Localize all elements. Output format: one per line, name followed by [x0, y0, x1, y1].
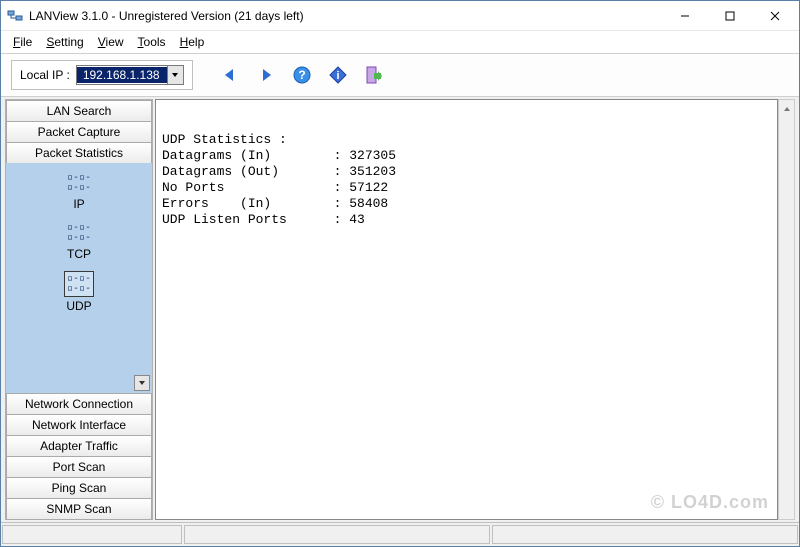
- info-icon[interactable]: i: [327, 64, 349, 86]
- maximize-button[interactable]: [707, 2, 752, 30]
- status-cell-1: [2, 525, 182, 544]
- svg-text:i: i: [336, 70, 339, 82]
- network-icon: ▫-▫-▫-▫-: [65, 221, 93, 245]
- sidebar-button-snmp-scan[interactable]: SNMP Scan: [6, 498, 152, 520]
- network-icon: ▫-▫-▫-▫-: [64, 271, 94, 297]
- status-cell-3: [492, 525, 798, 544]
- protocol-label: IP: [6, 197, 152, 211]
- sidebar-button-adapter-traffic[interactable]: Adapter Traffic: [6, 435, 152, 457]
- local-ip-label: Local IP :: [20, 68, 70, 82]
- scroll-down-button[interactable]: [134, 375, 150, 391]
- sidebar-button-network-connection[interactable]: Network Connection: [6, 393, 152, 415]
- content: UDP Statistics : Datagrams (In) : 327305…: [155, 99, 795, 520]
- toolbar-icons: ? i: [219, 64, 385, 86]
- menu-setting[interactable]: Setting: [40, 33, 89, 51]
- menu-view[interactable]: View: [92, 33, 130, 51]
- vertical-scrollbar[interactable]: [778, 99, 795, 520]
- local-ip-combo[interactable]: 192.168.1.138: [76, 65, 184, 85]
- app-icon: [7, 8, 23, 24]
- window-controls: [662, 2, 797, 30]
- sidebar: LAN SearchPacket CapturePacket Statistic…: [5, 99, 153, 520]
- minimize-button[interactable]: [662, 2, 707, 30]
- back-button[interactable]: [219, 64, 241, 86]
- forward-button[interactable]: [255, 64, 277, 86]
- sidebar-button-packet-capture[interactable]: Packet Capture: [6, 121, 152, 143]
- protocol-label: UDP: [6, 299, 152, 313]
- local-ip-value: 192.168.1.138: [77, 67, 167, 83]
- network-icon: ▫-▫-▫-▫-: [65, 171, 93, 195]
- protocol-item-ip[interactable]: ▫-▫-▫-▫- IP: [6, 171, 152, 211]
- sidebar-button-port-scan[interactable]: Port Scan: [6, 456, 152, 478]
- window-title: LANView 3.1.0 - Unregistered Version (21…: [29, 9, 662, 23]
- protocol-item-udp[interactable]: ▫-▫-▫-▫- UDP: [6, 271, 152, 313]
- body: LAN SearchPacket CapturePacket Statistic…: [1, 97, 799, 522]
- menu-file[interactable]: File: [7, 33, 38, 51]
- sidebar-button-ping-scan[interactable]: Ping Scan: [6, 477, 152, 499]
- protocol-panel: ▫-▫-▫-▫- IP ▫-▫-▫-▫- TCP ▫-▫-▫-▫- UDP: [6, 163, 152, 393]
- statusbar: [1, 522, 799, 546]
- stats-text: UDP Statistics : Datagrams (In) : 327305…: [162, 132, 771, 228]
- sidebar-button-lan-search[interactable]: LAN Search: [6, 100, 152, 122]
- scroll-up-icon[interactable]: [779, 100, 794, 117]
- sidebar-button-network-interface[interactable]: Network Interface: [6, 414, 152, 436]
- status-cell-2: [184, 525, 490, 544]
- toolbar-inner: Local IP : 192.168.1.138: [11, 60, 193, 90]
- close-button[interactable]: [752, 2, 797, 30]
- stats-output[interactable]: UDP Statistics : Datagrams (In) : 327305…: [155, 99, 778, 520]
- sidebar-button-packet-statistics[interactable]: Packet Statistics: [6, 142, 152, 164]
- help-icon[interactable]: ?: [291, 64, 313, 86]
- protocol-item-tcp[interactable]: ▫-▫-▫-▫- TCP: [6, 221, 152, 261]
- menu-tools[interactable]: Tools: [132, 33, 172, 51]
- menu-help[interactable]: Help: [174, 33, 211, 51]
- titlebar: LANView 3.1.0 - Unregistered Version (21…: [1, 1, 799, 31]
- chevron-down-icon[interactable]: [167, 66, 183, 84]
- protocol-label: TCP: [6, 247, 152, 261]
- svg-text:?: ?: [298, 68, 305, 82]
- app-window: LANView 3.1.0 - Unregistered Version (21…: [0, 0, 800, 547]
- menubar: File Setting View Tools Help: [1, 31, 799, 54]
- toolbar: Local IP : 192.168.1.138 ? i: [1, 54, 799, 97]
- exit-icon[interactable]: [363, 64, 385, 86]
- watermark: © LO4D.com: [651, 492, 769, 513]
